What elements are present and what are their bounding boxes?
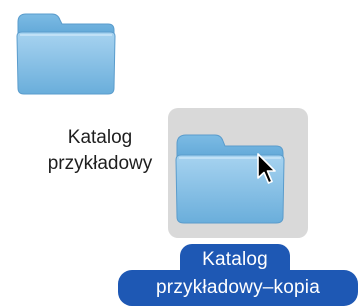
folder-label-highlight: przykładowy–kopia: [118, 270, 358, 306]
arrow-cursor-icon: [257, 153, 276, 184]
desktop-folder-item-selected[interactable]: przykładowy–kopia Katalog: [118, 108, 358, 306]
folder-icon: [16, 13, 116, 95]
folder-label-line: przykładowy–kopia: [156, 277, 320, 298]
folder-label-line: Katalog: [202, 249, 268, 270]
folder-label-highlight: Katalog: [180, 244, 290, 274]
